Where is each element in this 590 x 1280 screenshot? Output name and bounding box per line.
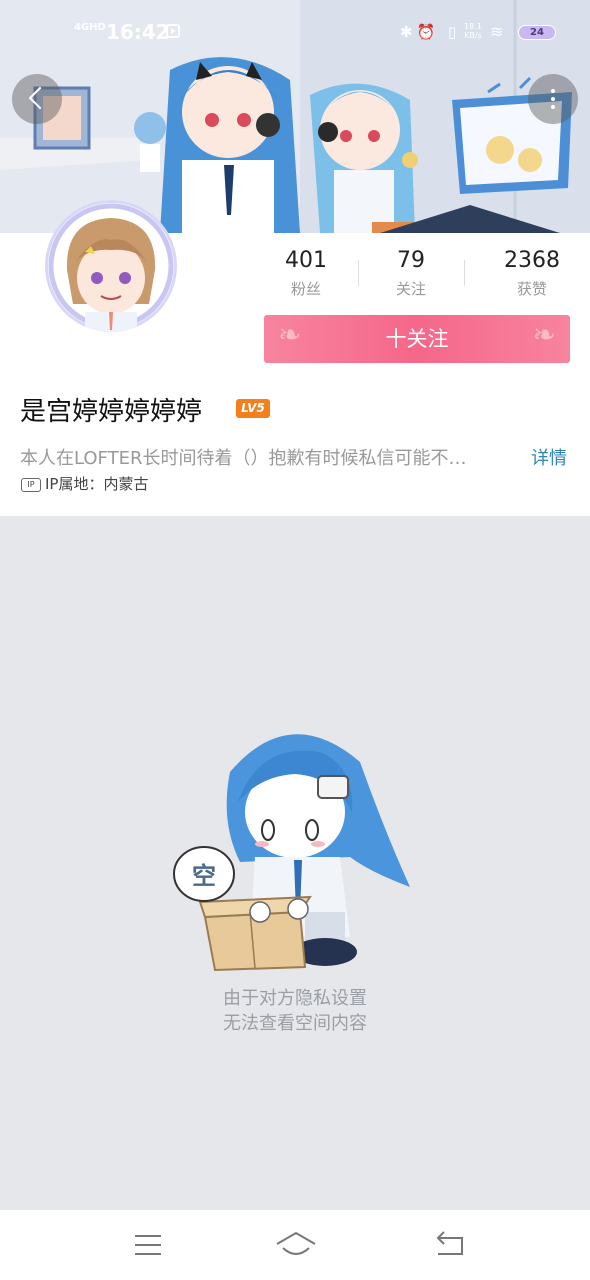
detail-link[interactable]: 详情	[531, 444, 567, 470]
screen-record-icon	[166, 24, 180, 38]
stat-following[interactable]: 79 关注	[361, 248, 461, 299]
ip-location-text: IP属地：内蒙古	[45, 475, 149, 493]
stat-followers[interactable]: 401 粉丝	[256, 248, 356, 299]
stats-divider	[358, 260, 359, 286]
follow-label: 十关注	[385, 327, 449, 351]
empty-state-illustration: 空	[173, 734, 410, 972]
empty-state-area: 空 由于对方隐私设置 无法查看空间内容	[0, 516, 590, 1210]
system-navigation-bar	[0, 1210, 590, 1280]
stats-bar: 401 粉丝 79 关注 2368 获赞	[258, 248, 588, 304]
status-time: 16:42	[106, 20, 170, 44]
more-button[interactable]	[528, 74, 578, 124]
return-icon[interactable]	[434, 1230, 466, 1260]
avatar[interactable]	[45, 200, 177, 332]
following-count: 79	[397, 248, 425, 273]
level-badge: LV5	[236, 399, 270, 418]
bubble-text: 空	[192, 862, 216, 890]
followers-count: 401	[285, 248, 327, 273]
status-icons: ✱⏰ ▯	[400, 23, 461, 41]
more-vertical-icon	[528, 74, 578, 124]
privacy-notice-line1: 由于对方隐私设置	[223, 988, 367, 1009]
back-button[interactable]	[12, 74, 62, 124]
followers-label: 粉丝	[290, 280, 321, 298]
profile-bio: 本人在LOFTER长时间待着（）抱歉有时候私信可能不…	[20, 448, 467, 469]
profile-name: 是宫婷婷婷婷婷	[20, 397, 203, 427]
status-bar: 4GHD 16:42 ✱⏰ ▯ 18.1 KB/s ≋ 24	[0, 0, 590, 64]
privacy-notice-line2: 无法查看空间内容	[223, 1013, 367, 1034]
stat-likes[interactable]: 2368 获赞	[482, 248, 582, 299]
likes-count: 2368	[504, 248, 560, 273]
network-indicator: 4GHD	[74, 22, 106, 33]
stats-divider	[464, 260, 465, 286]
profile-banner: 4GHD 16:42 ✱⏰ ▯ 18.1 KB/s ≋ 24	[0, 0, 590, 233]
wing-left-decoration: ❧	[278, 318, 302, 351]
network-speed: 18.1 KB/s	[464, 22, 482, 40]
speed-value: 18.1	[464, 22, 482, 31]
wifi-icon: ≋	[490, 22, 504, 41]
menu-icon[interactable]	[133, 1230, 163, 1260]
battery-indicator: 24	[518, 25, 556, 40]
following-label: 关注	[395, 280, 426, 298]
wing-right-decoration: ❧	[532, 318, 556, 351]
follow-button[interactable]: ❧ 十关注 ❧	[264, 315, 570, 363]
speed-unit: KB/s	[464, 31, 482, 40]
home-icon[interactable]	[275, 1230, 317, 1260]
likes-label: 获赞	[516, 280, 547, 298]
ip-location: IP IP属地：内蒙古	[21, 473, 148, 494]
ip-icon: IP	[21, 477, 41, 492]
